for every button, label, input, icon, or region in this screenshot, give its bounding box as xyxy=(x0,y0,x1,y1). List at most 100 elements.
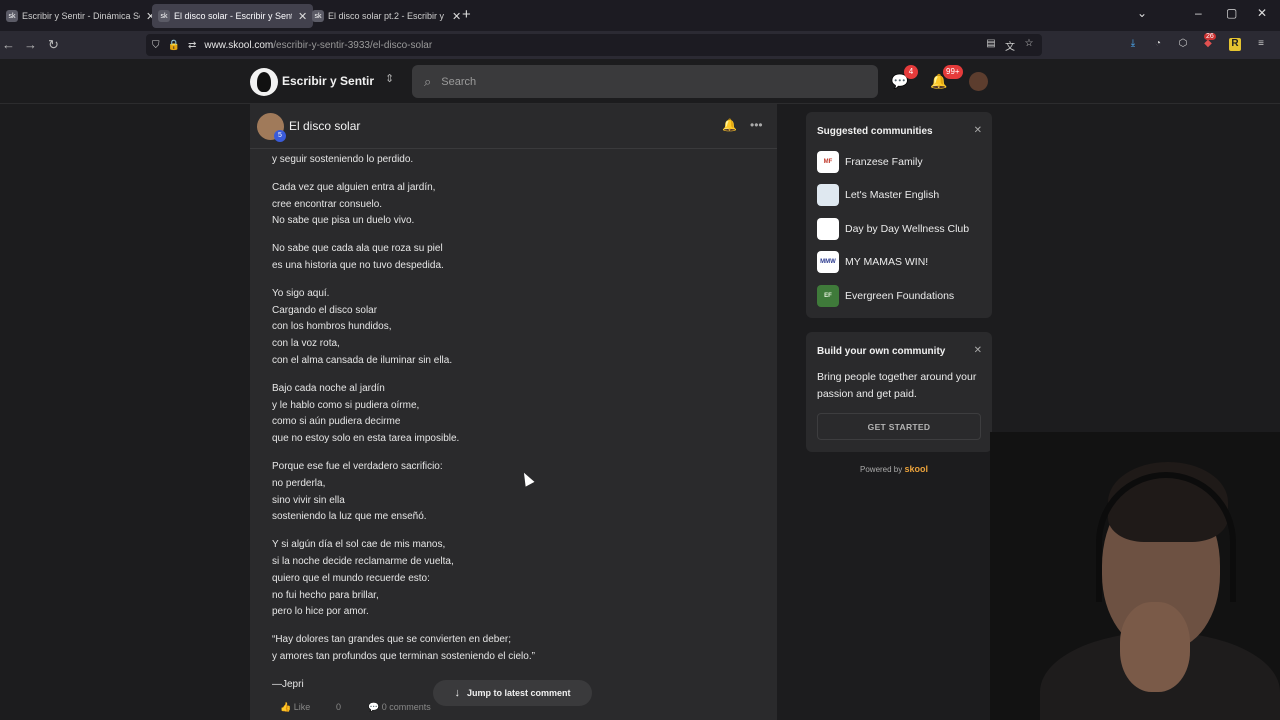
poem-stanza: Cada vez que alguien entra al jardín, cr… xyxy=(272,181,436,227)
url-host: www.skool.com xyxy=(204,39,274,51)
forward-icon[interactable]: → xyxy=(24,37,37,52)
tab-title: Escribir y Sentir - Dinámica Semanal xyxy=(22,11,140,21)
arrow-down-icon: ↓ xyxy=(454,687,460,699)
url-text[interactable]: www.skool.com/escribir-y-sentir-3933/el-… xyxy=(204,40,432,51)
minimize-icon[interactable]: – xyxy=(1195,6,1202,20)
extension-clock-icon[interactable]: ◔ xyxy=(1152,38,1164,51)
chat-badge: 4 xyxy=(904,65,918,79)
extension-puzzle-icon[interactable]: ⬡ xyxy=(1177,38,1189,51)
community-icon xyxy=(817,184,839,206)
post-card: 5 El disco solar 🔔 ••• y seguir sostenie… xyxy=(250,104,777,720)
community-name: Evergreen Foundations xyxy=(845,290,955,302)
reader-view-icon[interactable]: ▤ xyxy=(985,38,997,51)
extension-r-icon[interactable]: R xyxy=(1229,38,1241,51)
bookmark-star-icon[interactable]: ☆ xyxy=(1023,38,1035,51)
comments-label: 0 comments xyxy=(381,702,431,712)
suggested-title: Suggested communities xyxy=(817,126,933,137)
notification-badge: 99+ xyxy=(943,65,963,79)
get-started-button[interactable]: GET STARTED xyxy=(817,413,981,440)
browser-tab-active[interactable]: sk El disco solar - Escribir y Sentir ✕ xyxy=(152,4,314,28)
browser-nav-bar: ← → ↻ ⛉ 🔒 ⇄ www.skool.com/escribir-y-sen… xyxy=(0,31,1280,59)
bell-icon[interactable]: 🔔 xyxy=(722,118,737,132)
poem-stanza: Porque ese fue el verdadero sacrificio: … xyxy=(272,460,443,523)
back-icon[interactable]: ← xyxy=(2,37,15,52)
url-bar[interactable]: ⛉ 🔒 ⇄ www.skool.com/escribir-y-sentir-39… xyxy=(146,34,1042,56)
browser-tab[interactable]: sk El disco solar pt.2 - Escribir y Sent… xyxy=(306,4,467,28)
poem-stanza: y seguir sosteniendo lo perdido. xyxy=(272,154,414,165)
webcam-person-hand xyxy=(1120,602,1190,692)
shield-icon[interactable]: ⛉ xyxy=(152,40,160,51)
skool-logo: skool xyxy=(904,464,928,474)
post-body: y seguir sosteniendo lo perdido. Cada ve… xyxy=(272,152,752,705)
build-description: Bring people together around your passio… xyxy=(817,371,977,400)
community-item[interactable]: MMW MY MAMAS WIN! xyxy=(817,251,928,273)
poem-stanza: Bajo cada noche al jardín y le hablo com… xyxy=(272,382,460,445)
post-header: 5 El disco solar 🔔 ••• xyxy=(250,104,777,149)
page-info-icon[interactable]: ⇄ xyxy=(188,40,196,51)
comments-link[interactable]: 💬 0 comments xyxy=(368,702,431,713)
build-title: Build your own community xyxy=(817,346,946,357)
community-name: MY MAMAS WIN! xyxy=(845,256,929,268)
community-item[interactable]: Day by Day Wellness Club xyxy=(817,218,969,240)
poem-stanza: Yo sigo aquí. Cargando el disco solar co… xyxy=(272,287,453,366)
new-tab-icon[interactable]: + xyxy=(462,6,471,23)
community-switcher-icon[interactable]: ⇕ xyxy=(385,72,394,85)
reload-icon[interactable]: ↻ xyxy=(48,37,59,53)
skool-favicon-icon: sk xyxy=(6,10,18,22)
like-count: 0 xyxy=(336,702,342,712)
comment-icon: 💬 xyxy=(368,702,380,712)
poem-stanza: No sabe que cada ala que roza su piel es… xyxy=(272,243,444,271)
community-name: Let's Master English xyxy=(845,189,940,201)
community-item[interactable]: EF Evergreen Foundations xyxy=(817,285,954,307)
extension-badge: 26 xyxy=(1204,33,1216,40)
user-avatar[interactable] xyxy=(969,72,988,91)
poem-stanza: “Hay dolores tan grandes que se conviert… xyxy=(272,634,535,662)
close-icon[interactable]: ✕ xyxy=(974,345,982,356)
app-menu-icon[interactable]: ≡ xyxy=(1255,38,1267,51)
more-options-icon[interactable]: ••• xyxy=(750,118,763,132)
headset xyxy=(1096,472,1236,602)
poem-stanza: Y si algún día el sol cae de mis manos, … xyxy=(272,539,454,618)
search-bar[interactable]: ⌕ xyxy=(412,65,878,98)
post-title: El disco solar xyxy=(289,119,361,133)
community-icon: EF xyxy=(817,285,839,307)
close-icon[interactable]: ✕ xyxy=(974,125,982,136)
skool-favicon-icon: sk xyxy=(312,10,324,22)
search-icon: ⌕ xyxy=(424,73,432,89)
thumbs-up-icon: 👍 xyxy=(280,702,292,712)
author-level-badge: 5 xyxy=(274,130,286,142)
site-header: Escribir y Sentir ⇕ ⌕ 💬 4 🔔 99+ xyxy=(0,59,1280,104)
url-path: /escribir-y-sentir-3933/el-disco-solar xyxy=(273,39,433,51)
browser-tab[interactable]: sk Escribir y Sentir - Dinámica Semanal … xyxy=(0,4,161,28)
jump-to-latest-comment-button[interactable]: ↓ Jump to latest comment xyxy=(433,680,592,706)
maximize-icon[interactable]: ▢ xyxy=(1226,6,1237,20)
tab-title: El disco solar pt.2 - Escribir y Sentir xyxy=(328,11,446,21)
search-input[interactable] xyxy=(441,75,842,88)
like-button[interactable]: 👍 Like xyxy=(280,702,310,713)
powered-by-label: Powered by xyxy=(860,465,903,474)
community-icon xyxy=(817,218,839,240)
skool-favicon-icon: sk xyxy=(158,10,170,22)
browser-tab-bar: sk Escribir y Sentir - Dinámica Semanal … xyxy=(0,0,1280,31)
suggested-communities-card: Suggested communities ✕ MF Franzese Fami… xyxy=(806,112,992,318)
community-name: Day by Day Wellness Club xyxy=(845,223,970,235)
build-community-card: Build your own community ✕ Bring people … xyxy=(806,332,992,452)
jump-label: Jump to latest comment xyxy=(466,688,571,698)
translate-icon[interactable]: 文 xyxy=(1004,38,1016,53)
community-name: Franzese Family xyxy=(845,156,923,168)
community-item[interactable]: MF Franzese Family xyxy=(817,151,923,173)
community-logo[interactable] xyxy=(250,68,278,96)
webcam-overlay xyxy=(990,432,1280,720)
tab-title: El disco solar - Escribir y Sentir xyxy=(174,11,292,21)
lock-icon[interactable]: 🔒 xyxy=(168,40,180,51)
download-icon[interactable]: ⤓ xyxy=(1127,38,1139,51)
powered-by[interactable]: Powered by skool xyxy=(860,464,928,474)
close-window-icon[interactable]: ✕ xyxy=(1257,6,1267,20)
community-icon: MF xyxy=(817,151,839,173)
community-name[interactable]: Escribir y Sentir xyxy=(282,74,374,88)
like-label: Like xyxy=(293,702,311,712)
community-item[interactable]: Let's Master English xyxy=(817,184,939,206)
community-icon: MMW xyxy=(817,251,839,273)
close-tab-icon[interactable]: ✕ xyxy=(452,10,461,23)
tab-list-chevron-icon[interactable]: ⌄ xyxy=(1137,6,1147,20)
